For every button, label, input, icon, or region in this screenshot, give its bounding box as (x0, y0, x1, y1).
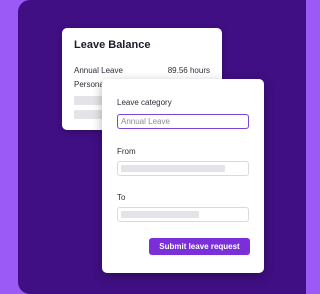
balance-row-value: 89.56 hours (167, 66, 210, 75)
balance-row-label: Persona (74, 80, 104, 89)
leave-balance-title: Leave Balance (74, 39, 151, 51)
balance-row-label: Annual Leave (74, 66, 123, 75)
to-date-input[interactable] (117, 207, 249, 222)
to-label: To (117, 193, 126, 202)
field-placeholder-bar (121, 211, 199, 218)
leave-category-label: Leave category (117, 98, 172, 107)
balance-row-annual: Annual Leave 89.56 hours (74, 66, 210, 78)
leave-request-form: Leave category Annual Leave From To Subm… (102, 79, 264, 273)
from-date-input[interactable] (117, 161, 249, 176)
leave-category-select[interactable]: Annual Leave (117, 114, 249, 129)
field-placeholder-bar (121, 165, 225, 172)
from-label: From (117, 147, 136, 156)
submit-leave-request-button[interactable]: Submit leave request (149, 238, 250, 255)
